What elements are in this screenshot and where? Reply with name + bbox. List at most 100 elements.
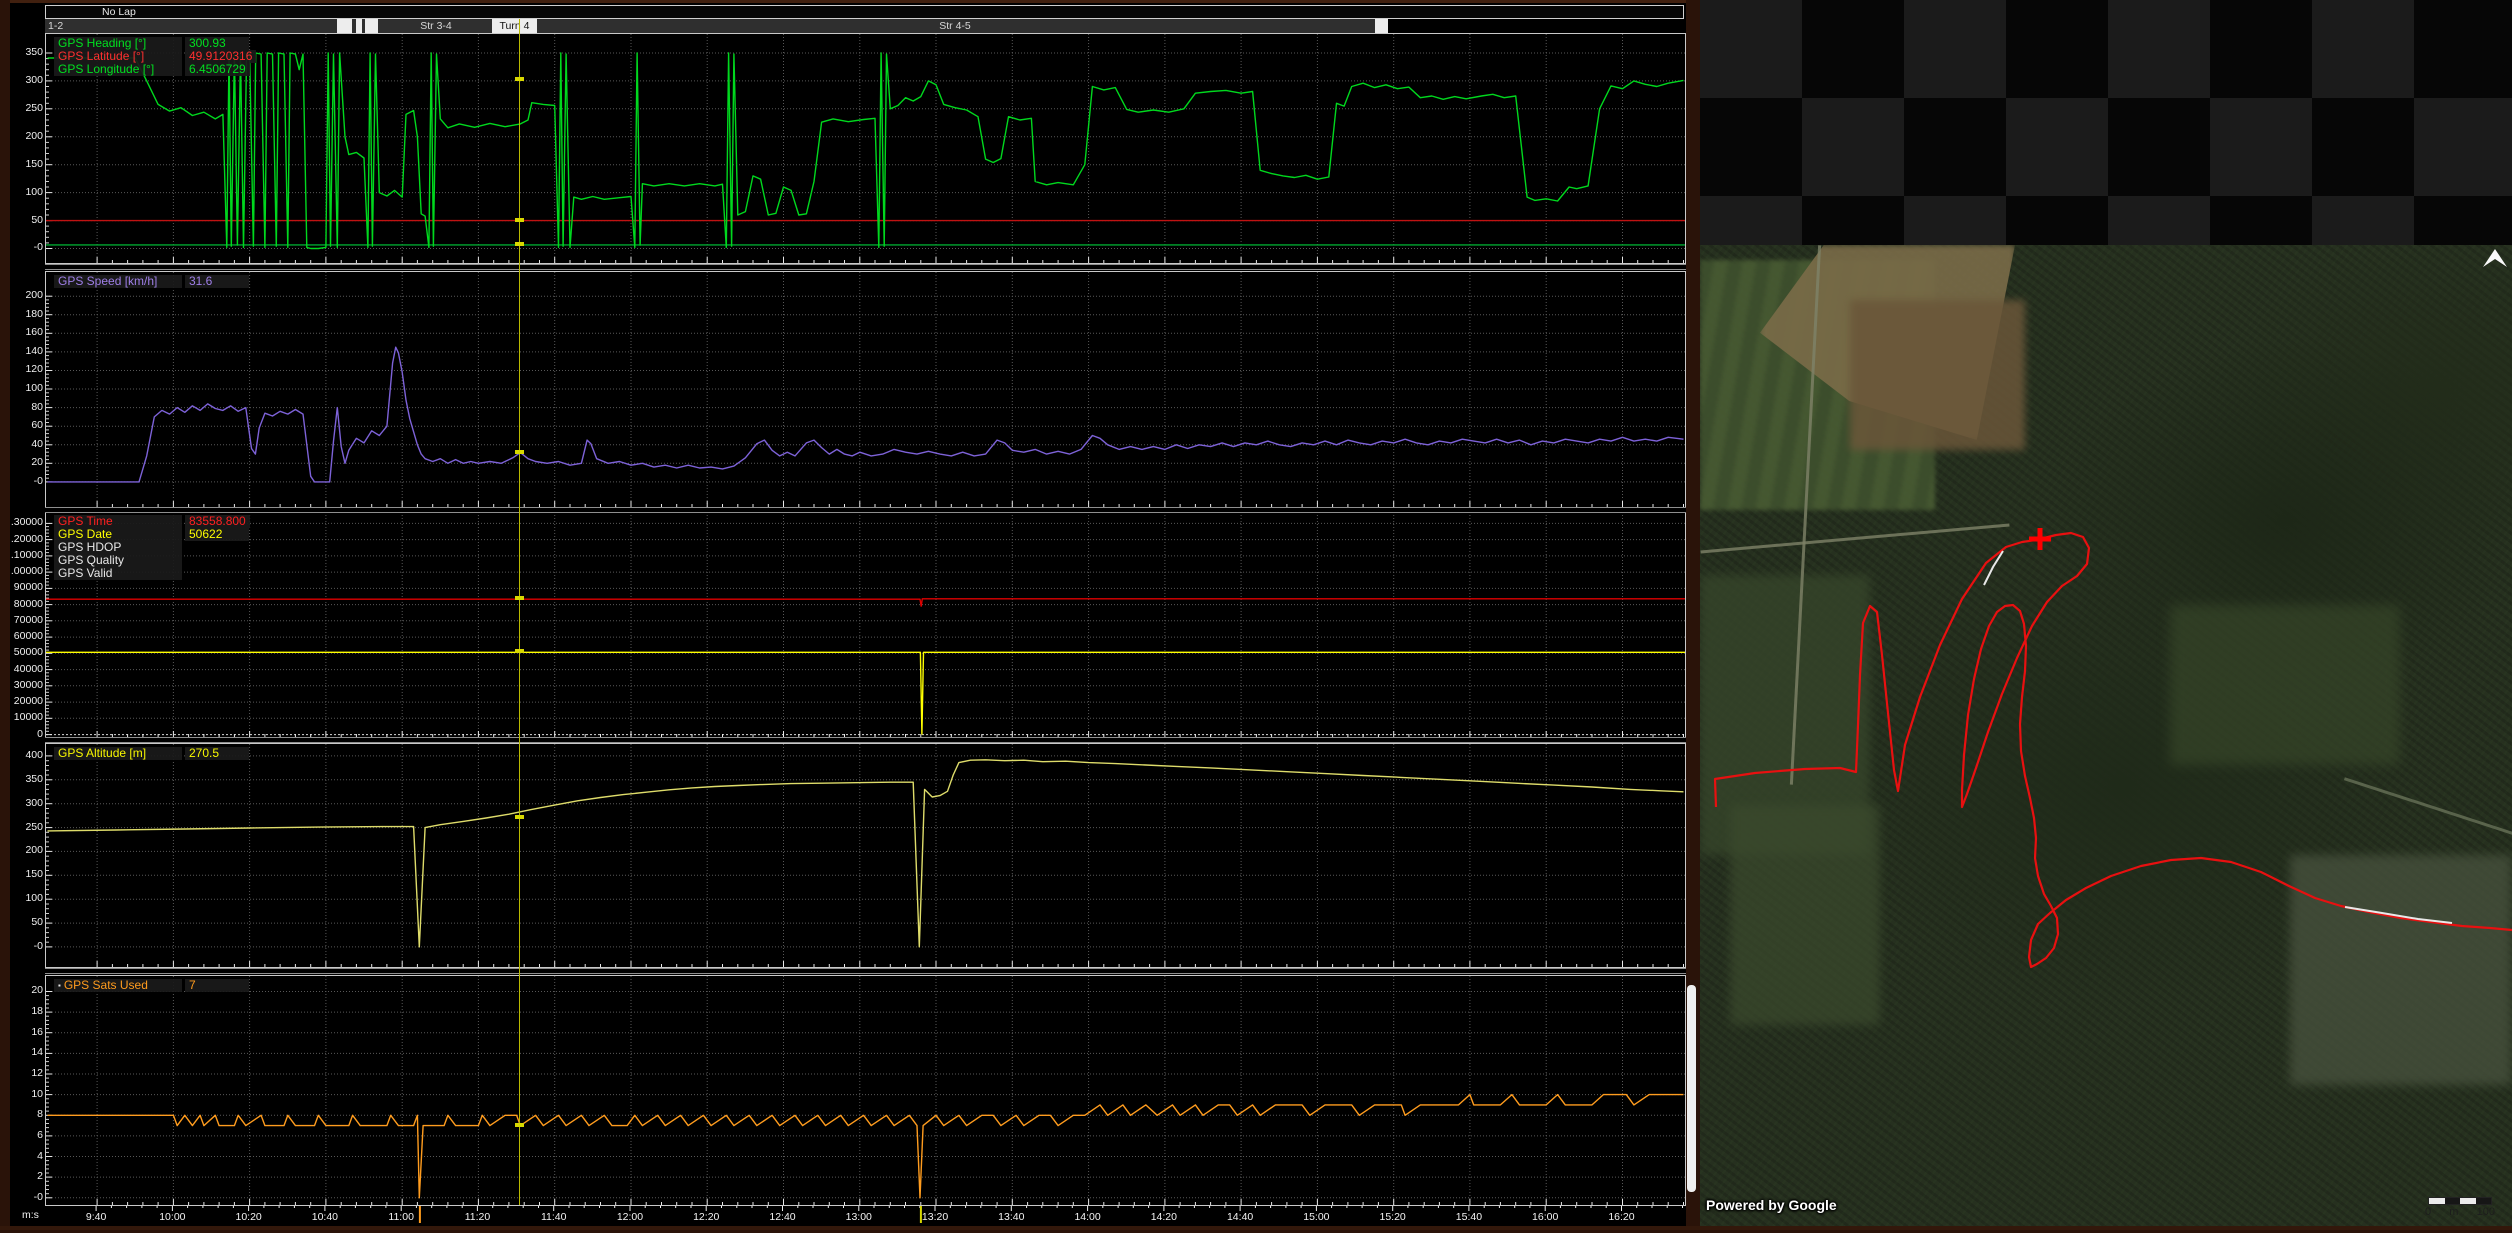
channel-label-row[interactable]: GPS Longitude [°]6.4506729 bbox=[54, 63, 250, 76]
window-border-bottom bbox=[0, 1226, 2512, 1230]
channel-value: 7 bbox=[185, 979, 249, 992]
y-axis-tick-label: 60000 bbox=[10, 630, 43, 642]
y-axis-tick-label: 10000 bbox=[10, 711, 43, 723]
chart-separator[interactable] bbox=[45, 507, 1686, 513]
lap-sections-bar[interactable]: 1-2Str 3-4Turn 4Str 4-5 bbox=[45, 19, 1684, 33]
y-axis-tick-label: 40000 bbox=[10, 663, 43, 675]
chart-gps-speed[interactable]: GPS Speed [km/h]31.6 bbox=[45, 271, 1686, 508]
chart-separator[interactable] bbox=[45, 737, 1686, 743]
north-arrow-icon[interactable] bbox=[2483, 249, 2507, 267]
channel-name: GPS Altitude [m] bbox=[54, 747, 182, 760]
y-axis-tick-label: 12 bbox=[10, 1067, 43, 1079]
y-axis-tick-label: 100 bbox=[10, 382, 43, 394]
y-axis-tick-label: 200 bbox=[10, 130, 43, 142]
chart-gps-altitude[interactable]: GPS Altitude [m]270.5 bbox=[45, 743, 1686, 968]
chart-separator[interactable] bbox=[45, 264, 1686, 270]
no-lap-label: No Lap bbox=[46, 6, 136, 18]
y-axis-tick-label: 60 bbox=[10, 419, 43, 431]
y-axis-tick-label: 10 bbox=[10, 1088, 43, 1100]
channel-label-row[interactable]: ▪GPS Sats Used7 bbox=[54, 979, 249, 992]
cursor-value-marker bbox=[515, 77, 524, 81]
y-axis-tick-label: .00000 bbox=[10, 565, 43, 577]
channel-name: ▪GPS Sats Used bbox=[54, 979, 182, 992]
y-axis-tick-label: 120 bbox=[10, 363, 43, 375]
cursor-value-marker bbox=[515, 1123, 524, 1127]
y-axis-tick-label: 6 bbox=[10, 1129, 43, 1141]
time-axis-unit-label: m:s bbox=[22, 1209, 39, 1221]
y-axis-tick-label: 20 bbox=[10, 456, 43, 468]
window-border-top bbox=[10, 0, 1686, 3]
cursor-value-marker bbox=[515, 649, 524, 653]
cursor-value-marker bbox=[515, 815, 524, 819]
time-cursor[interactable] bbox=[519, 19, 520, 1205]
y-axis-tick-label: -0 bbox=[10, 475, 43, 487]
time-tick-label: 10:00 bbox=[149, 1211, 195, 1223]
lap-segment[interactable] bbox=[356, 19, 362, 33]
y-axis-tick-label: 50 bbox=[10, 214, 43, 226]
y-axis-tick-label: 4 bbox=[10, 1150, 43, 1162]
time-tick-label: 13:20 bbox=[912, 1211, 958, 1223]
lap-segment[interactable] bbox=[337, 19, 352, 33]
y-axis-tick-label: 70000 bbox=[10, 614, 43, 626]
y-axis-tick-label: 20 bbox=[10, 984, 43, 996]
time-tick-label: 16:20 bbox=[1598, 1211, 1644, 1223]
y-axis-tick-label: 100 bbox=[10, 892, 43, 904]
channel-name: GPS Valid bbox=[54, 567, 182, 580]
chart-panel: No Lap 1-2Str 3-4Turn 4Str 4-5 m:s GPS H… bbox=[10, 0, 1686, 1228]
y-axis-tick-label: 90000 bbox=[10, 581, 43, 593]
lap-segment-str-3-4[interactable]: Str 3-4 bbox=[380, 19, 492, 33]
time-tick-label: 13:40 bbox=[988, 1211, 1034, 1223]
y-axis-tick-label: 30000 bbox=[10, 679, 43, 691]
y-axis-tick-label: 40 bbox=[10, 438, 43, 450]
time-tick-label: 15:20 bbox=[1370, 1211, 1416, 1223]
y-axis-tick-label: 50 bbox=[10, 916, 43, 928]
map-scale-bar: 0 m 100 bbox=[2425, 1197, 2495, 1218]
channel-label-row[interactable]: GPS Speed [km/h]31.6 bbox=[54, 275, 249, 288]
y-axis-tick-label: -0 bbox=[10, 940, 43, 952]
y-axis-tick-label: 20000 bbox=[10, 695, 43, 707]
time-tick-label: 12:00 bbox=[607, 1211, 653, 1223]
y-axis-tick-label: .30000 bbox=[10, 516, 43, 528]
lap-segment-str-4-5[interactable]: Str 4-5 bbox=[537, 19, 1373, 33]
vertical-scrollbar[interactable] bbox=[1687, 985, 1696, 1192]
scale-unit-label: m bbox=[2449, 1206, 2458, 1218]
channel-value: 270.5 bbox=[185, 747, 249, 760]
lap-segment-turn-4[interactable]: Turn 4 bbox=[492, 19, 537, 33]
y-axis-tick-label: 14 bbox=[10, 1046, 43, 1058]
time-tick-label: 14:20 bbox=[1141, 1211, 1187, 1223]
time-tick-label: 10:20 bbox=[226, 1211, 272, 1223]
checkered-flag-area bbox=[1700, 0, 2512, 245]
map-panel: Powered by Google 0 m 100 bbox=[1700, 0, 2512, 1230]
y-axis-tick-label: 350 bbox=[10, 46, 43, 58]
y-axis-tick-label: -0 bbox=[10, 241, 43, 253]
lap-segment[interactable] bbox=[365, 19, 378, 33]
y-axis-tick-label: 300 bbox=[10, 74, 43, 86]
satellite-map[interactable]: Powered by Google 0 m 100 bbox=[1700, 245, 2512, 1230]
chart-gps-time-date[interactable]: GPS Time83558.800GPS Date50622GPS HDOPGP… bbox=[45, 511, 1686, 738]
scale-max-label: 100 bbox=[2477, 1206, 2495, 1218]
y-axis-tick-label: 18 bbox=[10, 1005, 43, 1017]
no-lap-bar[interactable]: No Lap bbox=[45, 5, 1684, 19]
lap-segment[interactable] bbox=[1388, 19, 1684, 33]
y-axis-tick-label: 80000 bbox=[10, 598, 43, 610]
y-axis-tick-label: 350 bbox=[10, 773, 43, 785]
y-axis-tick-label: 16 bbox=[10, 1026, 43, 1038]
y-axis-tick-label: 250 bbox=[10, 821, 43, 833]
y-axis-tick-label: -0 bbox=[10, 1191, 43, 1203]
channel-value: 50622 bbox=[185, 528, 249, 541]
cursor-value-marker bbox=[515, 450, 524, 454]
y-axis-tick-label: .20000 bbox=[10, 533, 43, 545]
channel-name: GPS Speed [km/h] bbox=[54, 275, 182, 288]
lap-segment[interactable] bbox=[1375, 19, 1388, 33]
y-axis-tick-label: 50000 bbox=[10, 646, 43, 658]
y-axis-tick-label: 80 bbox=[10, 401, 43, 413]
chart-gps-heading[interactable]: GPS Heading [°]300.93GPS Latitude [°]49.… bbox=[45, 33, 1686, 264]
channel-label-row[interactable]: GPS Valid bbox=[54, 567, 249, 580]
y-axis-tick-label: 140 bbox=[10, 345, 43, 357]
time-tick-label: 16:00 bbox=[1522, 1211, 1568, 1223]
channel-label-row[interactable]: GPS Altitude [m]270.5 bbox=[54, 747, 249, 760]
chart-separator[interactable] bbox=[45, 968, 1686, 974]
chart-gps-sats-used[interactable]: ▪GPS Sats Used7 bbox=[45, 975, 1686, 1206]
channel-name: GPS Longitude [°] bbox=[54, 63, 182, 76]
scale-bar-segments bbox=[2428, 1197, 2492, 1205]
